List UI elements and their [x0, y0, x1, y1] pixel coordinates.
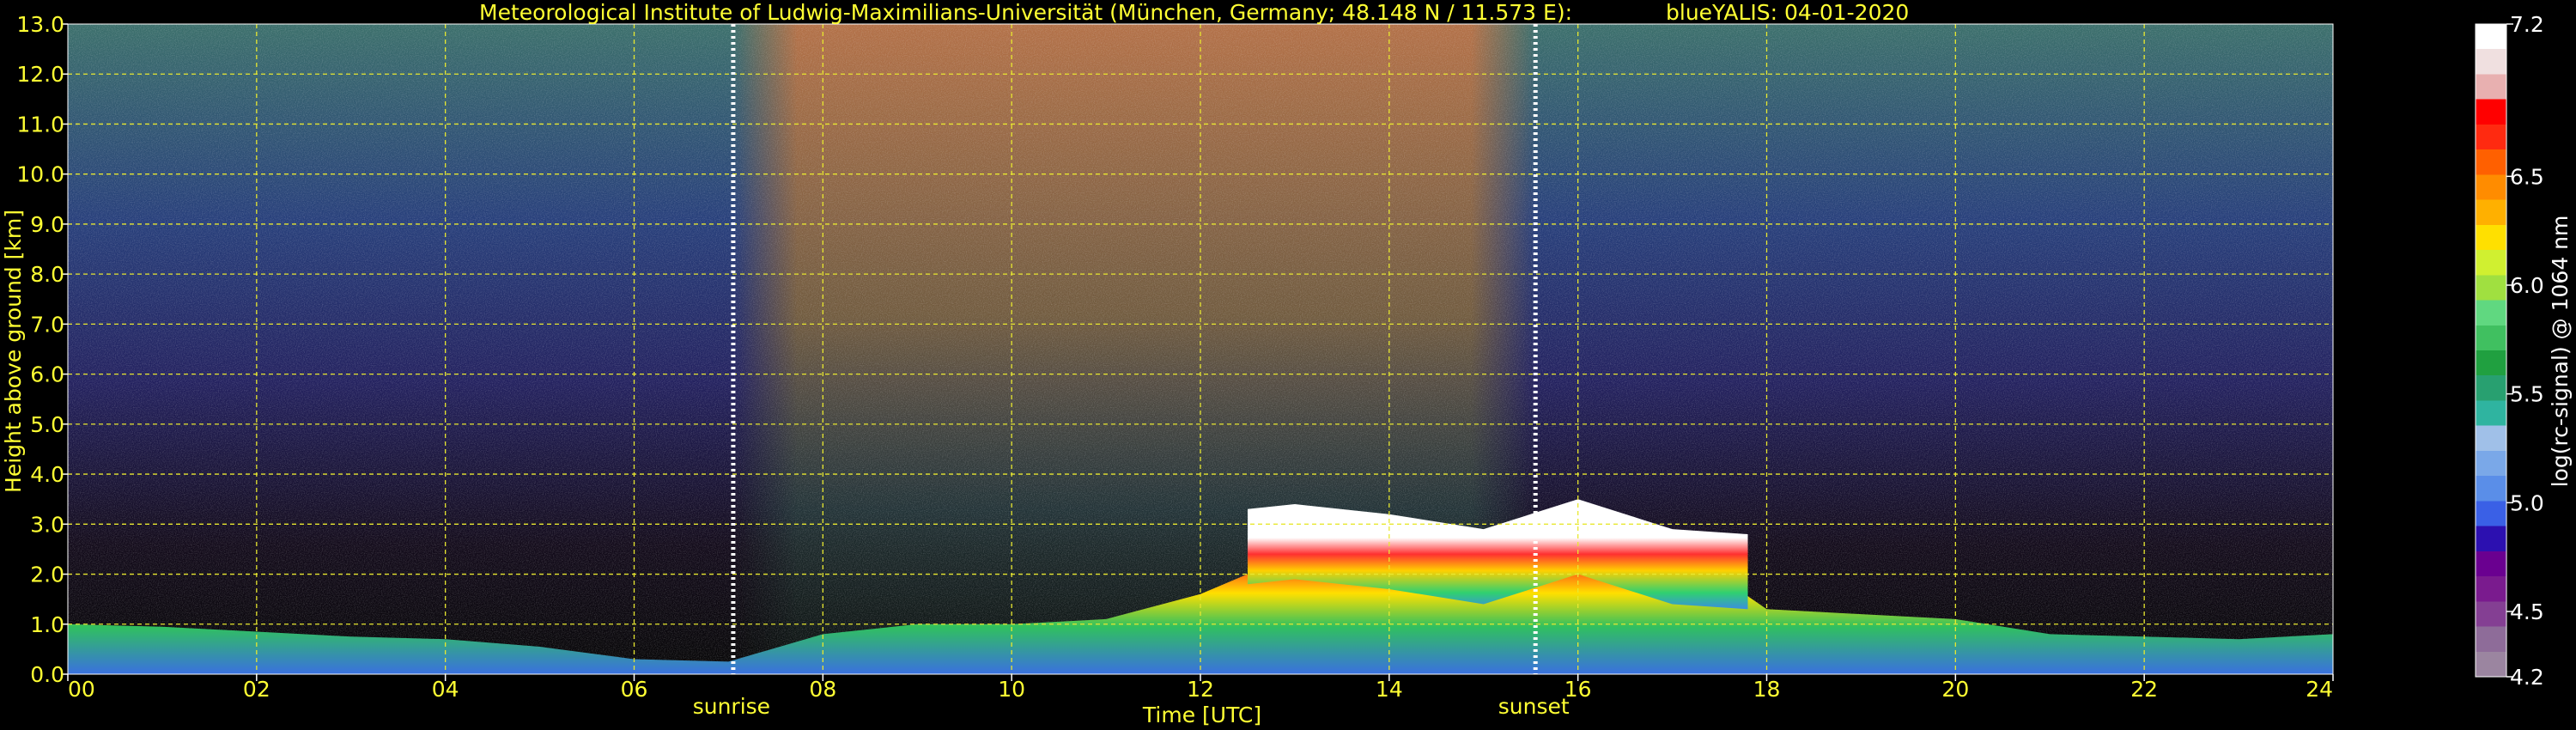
colorbar-tick-label: 5.5 [2510, 382, 2544, 407]
y-tick-label: 4.0 [30, 462, 64, 487]
sunrise-label: sunrise [693, 694, 770, 719]
x-tick-label: 12 [1187, 677, 1214, 702]
instrument-date: blueYALIS: 04-01-2020 [1666, 0, 1909, 25]
colorbar-tick-label: 6.0 [2510, 273, 2544, 298]
colorbar-tick-label: 4.2 [2510, 665, 2544, 690]
x-tick-label: 02 [243, 677, 270, 702]
x-tick-label: 14 [1376, 677, 1403, 702]
x-axis-ticks: 00 02 04 06 08 10 12 14 16 18 20 22 24 [67, 674, 2334, 702]
colorbar-label: log(rc-signal) @ 1064 nm [2548, 216, 2573, 488]
colorbar-tick-label: 6.5 [2510, 164, 2544, 189]
colorbar-tick-label: 5.0 [2510, 490, 2544, 515]
colorbar-tick-label: 4.5 [2510, 599, 2544, 624]
colorbar [2475, 23, 2507, 678]
y-tick-label: 12.0 [16, 62, 64, 87]
x-tick-label: 22 [2130, 677, 2158, 702]
x-tick-label: 00 [68, 677, 95, 702]
y-tick-label: 2.0 [30, 563, 64, 587]
y-tick-label: 10.0 [16, 162, 64, 187]
lidar-chart: 00 02 04 06 08 10 12 14 16 18 20 22 24 0.01.02.03.04… [1, 0, 2573, 727]
chart-title: Meteorological Institute of Ludwig-Maxim… [479, 0, 1572, 25]
x-axis-label: Time [UTC] [1142, 703, 1261, 727]
x-tick-label: 04 [432, 677, 459, 702]
y-tick-label: 6.0 [30, 362, 64, 387]
y-tick-label: 3.0 [30, 512, 64, 537]
colorbar-tick-label: 7.2 [2510, 12, 2544, 37]
y-tick-label: 8.0 [30, 262, 64, 287]
y-tick-label: 11.0 [16, 112, 64, 137]
y-tick-label: 9.0 [30, 212, 64, 237]
y-tick-label: 0.0 [30, 662, 64, 687]
x-tick-label: 18 [1753, 677, 1781, 702]
y-axis-label: Height above ground [km] [1, 210, 26, 493]
x-tick-label: 24 [2306, 677, 2333, 702]
sunset-label: sunset [1498, 694, 1570, 719]
x-tick-label: 08 [809, 677, 836, 702]
y-tick-label: 7.0 [30, 312, 64, 337]
x-tick-label: 10 [998, 677, 1025, 702]
y-tick-label: 1.0 [30, 612, 64, 637]
y-tick-label: 13.0 [16, 12, 64, 37]
x-tick-label: 06 [621, 677, 648, 702]
colorbar-ticks: 4.2 4.5 5.0 5.5 6.0 6.5 7.2 [2506, 12, 2544, 690]
x-tick-label: 20 [1941, 677, 1969, 702]
y-tick-label: 5.0 [30, 412, 64, 437]
